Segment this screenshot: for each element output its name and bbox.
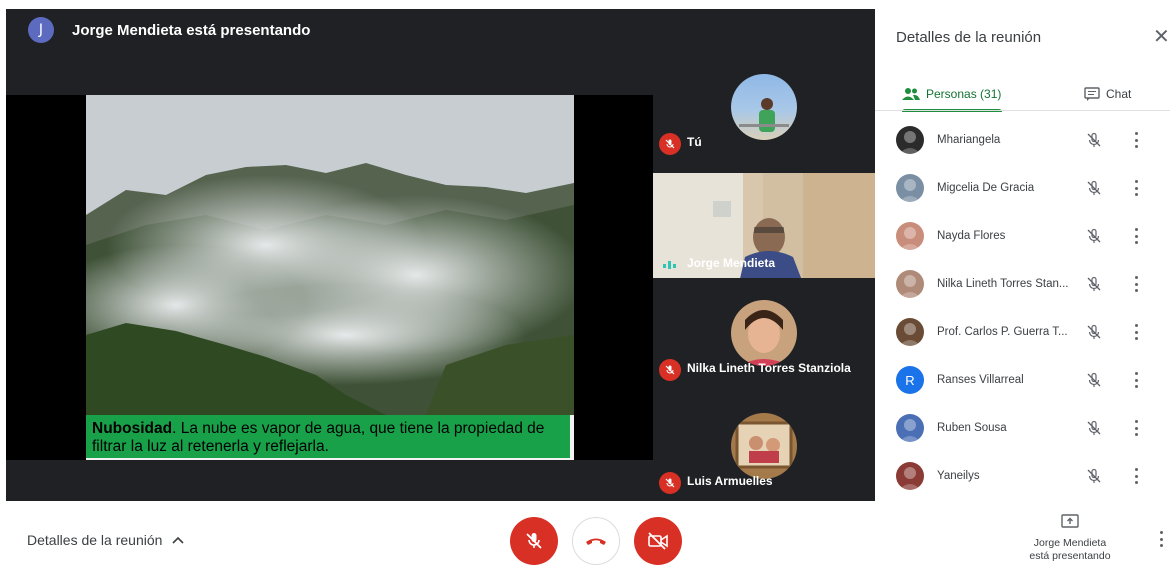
mic-off-icon xyxy=(1086,132,1102,148)
participant-tile-jorge[interactable]: Jorge Mendieta xyxy=(653,173,875,283)
tab-people[interactable]: Personas (31) xyxy=(902,78,1002,112)
mic-off-icon xyxy=(526,533,542,549)
participant-tile-nilka[interactable]: Nilka Lineth Torres Stanziola xyxy=(653,278,875,388)
avatar: R xyxy=(896,366,924,394)
mic-off-icon xyxy=(1086,180,1102,196)
panel-title: Detalles de la reunión xyxy=(896,29,1042,46)
avatar xyxy=(896,414,924,442)
participant-row[interactable]: Yaneilys xyxy=(875,452,1170,500)
participant-name: Jorge Mendieta xyxy=(687,256,776,270)
tab-chat-label: Chat xyxy=(1106,87,1132,101)
more-options-icon[interactable] xyxy=(1133,468,1139,484)
tab-people-label: Personas (31) xyxy=(926,87,1002,101)
more-options-icon[interactable] xyxy=(1133,180,1139,196)
slide-photo xyxy=(86,95,574,415)
more-options-icon[interactable] xyxy=(1133,324,1139,340)
participant-row[interactable]: Nilka Lineth Torres Stan... xyxy=(875,260,1170,308)
meeting-details-panel: Detalles de la reunión ✕ Personas (31) C… xyxy=(875,0,1170,506)
presenter-label: Jorge Mendieta está presentando xyxy=(72,21,311,39)
participant-tile-luis[interactable]: Luis Armuelles xyxy=(653,391,875,501)
chat-icon xyxy=(1084,87,1100,101)
participant-name: Ranses Villarreal xyxy=(937,374,1024,386)
participant-row[interactable]: R Ranses Villarreal xyxy=(875,356,1170,404)
participant-tiles: Tú Jorge Mendieta Nilka Lineth Torres St… xyxy=(653,52,875,501)
presentation-slide: Nubosidad. La nube es vapor de agua, que… xyxy=(86,95,574,460)
participant-name: Migcelia De Gracia xyxy=(937,182,1035,194)
presenting-line-2: está presentando xyxy=(1029,550,1111,562)
participant-tile-self[interactable]: Tú xyxy=(653,52,875,162)
panel-divider xyxy=(875,110,1170,111)
participant-photo xyxy=(731,74,797,140)
more-options-icon[interactable] xyxy=(1133,276,1139,292)
participant-row[interactable]: Mhariangela xyxy=(875,116,1170,164)
participant-row[interactable]: Migcelia De Gracia xyxy=(875,164,1170,212)
present-screen-icon xyxy=(1061,514,1079,528)
meeting-details-label: Detalles de la reunión xyxy=(27,532,163,548)
leave-call-button[interactable] xyxy=(572,517,620,565)
participant-name: Nilka Lineth Torres Stanziola xyxy=(687,361,851,375)
tab-chat[interactable]: Chat xyxy=(1084,78,1131,110)
people-icon xyxy=(902,88,920,100)
camera-off-icon xyxy=(648,532,668,550)
mic-off-icon xyxy=(1086,228,1102,244)
more-options-icon[interactable] xyxy=(1133,132,1139,148)
participant-name: Yaneilys xyxy=(937,470,980,482)
more-options-icon[interactable] xyxy=(1133,420,1139,436)
participant-name: Prof. Carlos P. Guerra T... xyxy=(937,326,1068,338)
more-options-icon[interactable] xyxy=(1133,228,1139,244)
participant-row[interactable]: Nayda Flores xyxy=(875,212,1170,260)
meeting-details-toggle[interactable]: Detalles de la reunión xyxy=(27,532,184,548)
participant-name: Tú xyxy=(687,135,702,149)
mic-off-icon xyxy=(1086,372,1102,388)
avatar xyxy=(896,318,924,346)
bottom-toolbar: Detalles de la reunión Jorge Mendieta es… xyxy=(0,506,1170,565)
hang-up-icon xyxy=(586,538,606,545)
participant-name: Mhariangela xyxy=(937,134,1001,146)
participant-row[interactable]: Ruben Sousa xyxy=(875,404,1170,452)
presenter-avatar: J xyxy=(28,17,54,43)
mic-off-icon xyxy=(1086,276,1102,292)
mic-off-icon xyxy=(659,359,681,381)
mic-toggle-button[interactable] xyxy=(510,517,558,565)
mic-off-icon xyxy=(1086,324,1102,340)
participant-name: Nayda Flores xyxy=(937,230,1006,242)
presenter-bar: J Jorge Mendieta está presentando xyxy=(6,9,310,51)
avatar xyxy=(896,126,924,154)
participant-name: Ruben Sousa xyxy=(937,422,1007,434)
more-options-icon[interactable] xyxy=(1133,372,1139,388)
avatar xyxy=(896,462,924,490)
avatar xyxy=(896,222,924,250)
participant-photo xyxy=(731,413,797,479)
presenting-button[interactable]: Jorge Mendieta está presentando xyxy=(1018,514,1122,563)
mic-off-icon xyxy=(1086,468,1102,484)
avatar xyxy=(896,270,924,298)
presenting-line-1: Jorge Mendieta xyxy=(1033,537,1107,549)
close-icon[interactable]: ✕ xyxy=(1153,27,1170,47)
slide-caption: Nubosidad. La nube es vapor de agua, que… xyxy=(86,415,570,458)
camera-toggle-button[interactable] xyxy=(634,517,682,565)
participant-name: Luis Armuelles xyxy=(687,474,773,488)
speaking-indicator-icon xyxy=(663,261,676,269)
mic-off-icon xyxy=(659,472,681,494)
chevron-up-icon xyxy=(172,536,184,544)
presentation-frame: Nubosidad. La nube es vapor de agua, que… xyxy=(6,95,653,460)
mic-off-icon xyxy=(1086,420,1102,436)
participant-name: Nilka Lineth Torres Stan... xyxy=(937,278,1069,290)
avatar xyxy=(896,174,924,202)
participant-row[interactable]: Prof. Carlos P. Guerra T... xyxy=(875,308,1170,356)
participant-photo xyxy=(731,300,797,366)
more-options-icon[interactable] xyxy=(1158,531,1164,547)
mic-off-icon xyxy=(659,133,681,155)
caption-bold-term: Nubosidad xyxy=(92,420,173,437)
main-stage: J Jorge Mendieta está presentando Nubosi… xyxy=(6,9,875,501)
